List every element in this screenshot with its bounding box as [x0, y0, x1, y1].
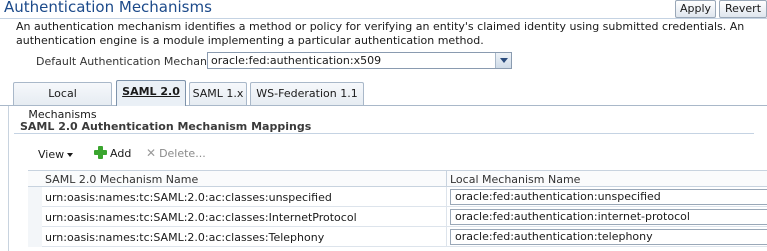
table-toolbar: View Add ✕ Delete... [28, 143, 748, 167]
column-separator [446, 207, 447, 227]
table-row[interactable]: urn:oasis:names:tc:SAML:2.0:ac:classes:u… [28, 187, 767, 207]
default-mechanism-value: oracle:fed:authentication:x509 [211, 54, 382, 67]
row-header[interactable] [28, 227, 42, 247]
add-button[interactable]: Add [94, 146, 131, 160]
table-header: SAML 2.0 Mechanism Name Local Mechanism … [28, 170, 767, 187]
apply-button[interactable]: Apply [675, 0, 716, 18]
table-row[interactable]: urn:oasis:names:tc:SAML:2.0:ac:classes:T… [28, 227, 767, 247]
column-header-saml-name[interactable]: SAML 2.0 Mechanism Name [45, 173, 198, 186]
table-row[interactable]: urn:oasis:names:tc:SAML:2.0:ac:classes:I… [28, 207, 767, 227]
column-separator [446, 187, 447, 207]
row-header[interactable] [28, 187, 42, 207]
default-mechanism-select[interactable]: oracle:fed:authentication:x509 [207, 52, 512, 69]
local-mechanism-input[interactable]: oracle:fed:authentication:unspecified [450, 189, 767, 205]
column-separator [446, 227, 447, 247]
default-mechanism-label: Default Authentication Mechanism [36, 55, 227, 68]
tab-saml-2-0[interactable]: SAML 2.0 [116, 80, 186, 106]
page-title: Authentication Mechanisms [4, 0, 212, 16]
delete-icon: ✕ [146, 146, 157, 160]
saml-mechanism-cell: urn:oasis:names:tc:SAML:2.0:ac:classes:u… [45, 191, 332, 204]
chevron-down-icon[interactable] [495, 53, 511, 68]
section-title: SAML 2.0 Authentication Mechanism Mappin… [20, 120, 312, 133]
local-mechanism-input[interactable]: oracle:fed:authentication:telephony [450, 229, 767, 245]
tab-saml-2-0-label: SAML 2.0 [122, 85, 180, 98]
column-separator [446, 171, 447, 187]
column-header-local-name[interactable]: Local Mechanism Name [450, 173, 580, 186]
row-header[interactable] [28, 207, 42, 227]
tab-local-mechanisms[interactable]: Local Mechanisms [13, 82, 112, 121]
page-description: An authentication mechanism identifies a… [16, 20, 745, 47]
title-divider [0, 18, 767, 19]
tab-ws-federation[interactable]: WS-Federation 1.1 [250, 82, 364, 105]
delete-label: Delete... [159, 147, 206, 160]
caret-down-icon [67, 153, 74, 157]
add-label: Add [110, 147, 132, 160]
revert-button[interactable]: Revert [719, 0, 767, 18]
section-divider [14, 133, 754, 134]
saml-mechanism-cell: urn:oasis:names:tc:SAML:2.0:ac:classes:T… [45, 231, 325, 244]
mappings-table: SAML 2.0 Mechanism Name Local Mechanism … [28, 170, 767, 247]
delete-button: ✕ Delete... [146, 146, 206, 160]
view-menu[interactable]: View [38, 148, 74, 161]
view-menu-label: View [38, 148, 65, 161]
local-mechanism-input[interactable]: oracle:fed:authentication:internet-proto… [450, 209, 767, 225]
add-icon [94, 146, 107, 159]
saml-mechanism-cell: urn:oasis:names:tc:SAML:2.0:ac:classes:I… [45, 211, 357, 224]
tab-saml-1-x[interactable]: SAML 1.x [189, 82, 247, 105]
